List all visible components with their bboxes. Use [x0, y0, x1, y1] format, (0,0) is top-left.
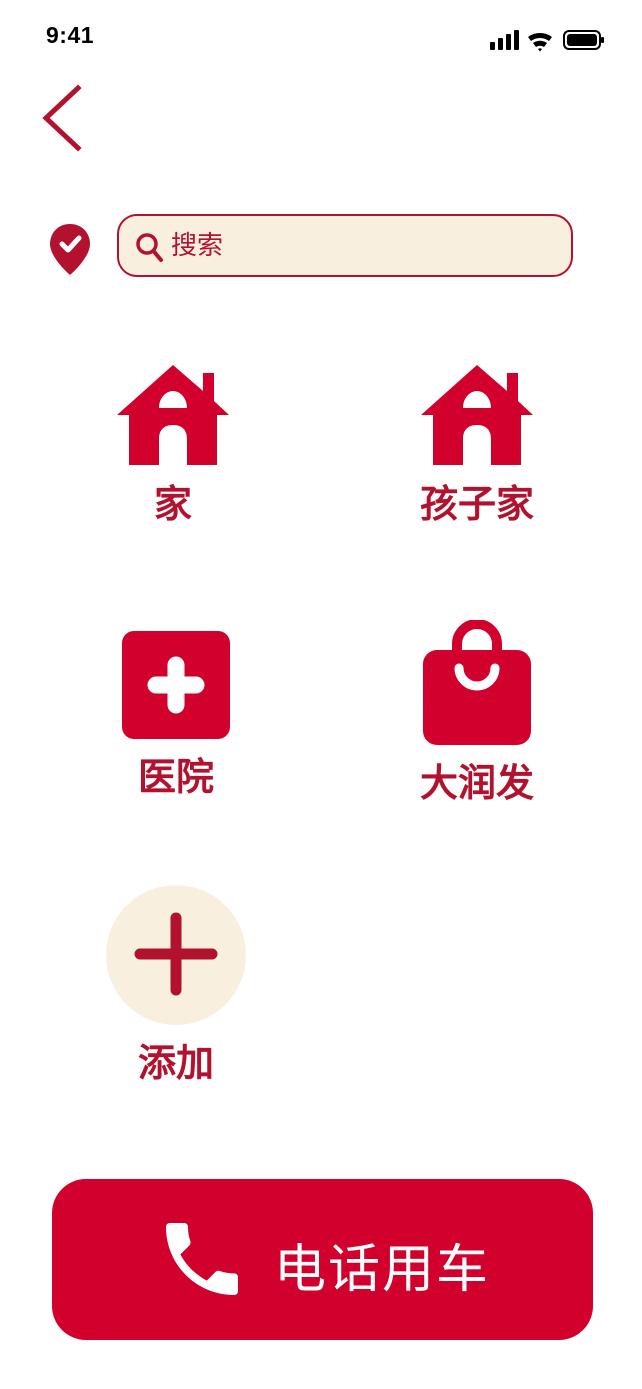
verified-location-icon	[48, 222, 92, 282]
search-input[interactable]	[171, 224, 551, 268]
place-label-hospital: 医院	[137, 755, 214, 799]
search-icon	[136, 233, 163, 262]
phone-icon	[166, 1223, 238, 1295]
back-button[interactable]	[36, 80, 96, 154]
call-car-button[interactable]: 电话用车	[52, 1179, 593, 1340]
home-icon	[421, 365, 533, 465]
place-hospital[interactable]: 医院	[76, 630, 276, 801]
add-place-button[interactable]: 添加	[76, 884, 276, 1087]
plus-icon	[106, 885, 246, 1025]
chevron-left-icon	[42, 84, 82, 152]
battery-icon	[563, 30, 604, 50]
place-label-supermarket: 大润发	[419, 761, 534, 805]
hospital-icon	[122, 631, 230, 739]
status-time: 9:41	[46, 22, 95, 48]
place-label-home: 家	[153, 482, 192, 526]
place-kids-home[interactable]: 孩子家	[377, 363, 577, 528]
status-bar: 9:41	[0, 0, 642, 80]
shopping-bag-icon	[423, 620, 531, 745]
place-label-kids-home: 孩子家	[419, 482, 534, 526]
search-box[interactable]	[117, 214, 573, 277]
place-supermarket[interactable]: 大润发	[377, 620, 577, 807]
home-icon	[117, 365, 229, 465]
wifi-icon	[528, 33, 552, 52]
place-label-add: 添加	[137, 1041, 214, 1085]
place-home[interactable]: 家	[73, 363, 273, 528]
status-icons	[488, 28, 606, 58]
call-car-label: 电话用车	[274, 1240, 491, 1300]
cellular-signal-icon	[490, 30, 519, 50]
